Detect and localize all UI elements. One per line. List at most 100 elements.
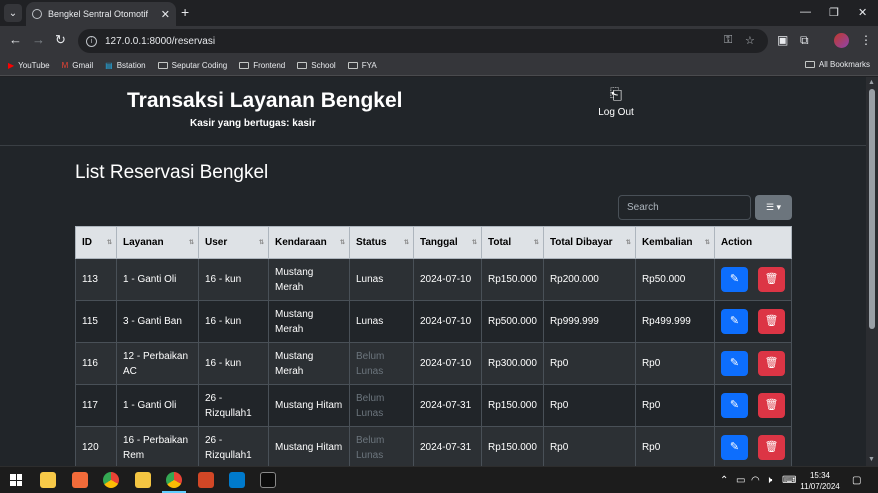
site-info-icon[interactable]: i	[86, 35, 97, 47]
col-kendaraan[interactable]: Kendaraan ⇅	[268, 226, 350, 259]
windows-start-icon[interactable]	[10, 474, 22, 486]
cell-layanan: 1 - Ganti Oli	[116, 258, 199, 301]
col-kembalian[interactable]: Kembalian ⇅	[634, 226, 715, 259]
wifi-icon[interactable]: ◠	[751, 475, 760, 486]
scroll-up-icon[interactable]: ▲	[868, 79, 875, 86]
all-bookmarks[interactable]: All Bookmarks	[804, 60, 870, 69]
restore-icon[interactable]: ❐	[829, 6, 839, 19]
folder-icon	[804, 61, 815, 68]
cell-total-dibayar: Rp200.000	[542, 258, 636, 301]
bookmark-youtube[interactable]: ▶ YouTube	[8, 61, 50, 70]
sort-icon: ⇅	[106, 240, 112, 246]
pencil-icon: ✎	[729, 399, 740, 411]
trash-icon: 🗑	[764, 315, 779, 327]
cell-kembalian: Rp0	[634, 426, 715, 466]
cashier-subtitle: Kasir yang bertugas: kasir	[190, 118, 316, 129]
chrome-icon[interactable]	[103, 472, 119, 488]
cell-id: 113	[75, 258, 117, 301]
folder-icon	[297, 62, 308, 69]
page-header: Transaksi Layanan Bengkel Kasir yang ber…	[0, 77, 866, 146]
scroll-down-icon[interactable]: ▼	[868, 456, 875, 463]
scroll-thumb[interactable]	[869, 89, 875, 329]
youtube-icon: ▶	[8, 61, 15, 70]
address-bar[interactable]: i 127.0.0.1:8000/reservasi	[78, 29, 768, 53]
vscode-icon[interactable]	[229, 472, 245, 488]
col-total-dibayar[interactable]: Total Dibayar ⇅	[542, 226, 636, 259]
delete-button[interactable]: 🗑	[757, 435, 785, 460]
extension-app-icon[interactable]: ▣	[777, 33, 788, 47]
minimize-icon[interactable]: —	[800, 6, 811, 18]
delete-button[interactable]: 🗑	[757, 393, 785, 418]
trash-icon: 🗑	[764, 399, 779, 411]
volume-icon[interactable]: 🕨	[766, 475, 772, 486]
edit-button[interactable]: ✎	[720, 393, 748, 418]
tab-title: Bengkel Sentral Otomotif	[48, 9, 149, 19]
column-toggle-button[interactable]: ☰ ▾	[755, 195, 792, 220]
bookmark-seputar-coding[interactable]: Seputar Coding	[157, 61, 227, 70]
sort-icon: ⇅	[625, 240, 631, 246]
extensions-puzzle-icon[interactable]: ⧉	[800, 33, 809, 48]
menu-kebab-icon[interactable]: ⋮	[860, 33, 872, 47]
keyboard-icon[interactable]: ⌨	[782, 475, 796, 486]
logout-button[interactable]: ⎗ Log Out	[590, 87, 642, 119]
col-total[interactable]: Total ⇅	[481, 226, 544, 259]
windows-taskbar: ⌃ ▭ ◠ 🕨 ⌨ 15:34 11/07/2024 ▢	[0, 466, 878, 493]
page-scrollbar[interactable]: ▲ ▼	[866, 77, 878, 466]
bookmark-frontend[interactable]: Frontend	[239, 61, 285, 70]
folder-icon	[347, 62, 358, 69]
edit-button[interactable]: ✎	[720, 267, 748, 292]
reload-icon[interactable]: ↻	[55, 33, 66, 47]
pencil-icon: ✎	[729, 273, 740, 285]
cell-user: 16 - kun	[198, 342, 269, 385]
col-layanan[interactable]: Layanan ⇅	[116, 226, 199, 259]
bookmark-fya[interactable]: FYA	[347, 61, 377, 70]
col-user[interactable]: User ⇅	[198, 226, 269, 259]
tray-chevron-icon[interactable]: ⌃	[720, 475, 728, 486]
notification-icon[interactable]: ▢	[852, 475, 861, 486]
terminal-icon[interactable]	[260, 472, 276, 488]
close-tab-icon[interactable]: ✕	[161, 8, 170, 21]
cell-tanggal: 2024-07-31	[413, 384, 482, 427]
bookmark-bstation[interactable]: ▤ Bstation	[105, 61, 145, 70]
back-icon[interactable]: ←	[9, 33, 22, 47]
tab-search-button[interactable]: ⌄	[4, 4, 22, 22]
bookmark-gmail[interactable]: M Gmail	[62, 61, 94, 70]
table-row: 116 12 - Perbaikan AC 16 - kun Mustang M…	[75, 342, 793, 385]
edit-button[interactable]: ✎	[720, 309, 748, 334]
search-input[interactable]: Search	[618, 195, 751, 220]
new-tab-button[interactable]: +	[181, 5, 189, 19]
battery-icon[interactable]: ▭	[736, 475, 745, 486]
sticky-notes-icon[interactable]	[40, 472, 56, 488]
delete-button[interactable]: 🗑	[757, 267, 785, 292]
cell-status: Belum Lunas	[349, 426, 414, 466]
edit-button[interactable]: ✎	[720, 435, 748, 460]
powerpoint-icon[interactable]	[198, 472, 214, 488]
sort-icon: ⇅	[339, 240, 345, 246]
col-status[interactable]: Status ⇅	[349, 226, 414, 259]
cell-kembalian: Rp499.999	[634, 300, 715, 343]
close-window-icon[interactable]: ✕	[858, 6, 867, 19]
password-key-icon[interactable]: ⚿	[724, 34, 732, 47]
cell-total: Rp500.000	[481, 300, 544, 343]
chrome-active-icon[interactable]	[162, 472, 186, 493]
xampp-icon[interactable]	[72, 472, 88, 488]
taskbar-clock[interactable]: 15:34 11/07/2024	[800, 470, 840, 492]
col-id[interactable]: ID ⇅	[75, 226, 117, 259]
delete-button[interactable]: 🗑	[757, 309, 785, 334]
forward-icon[interactable]: →	[32, 33, 45, 47]
sort-icon: ⇅	[533, 240, 539, 246]
edit-button[interactable]: ✎	[720, 351, 748, 376]
cell-id: 117	[75, 384, 117, 427]
delete-button[interactable]: 🗑	[757, 351, 785, 376]
bookmark-star-icon[interactable]: ☆	[745, 34, 755, 47]
browser-tab-strip: ⌄ Bengkel Sentral Otomotif ✕ + — ❐ ✕	[0, 0, 878, 26]
profile-avatar[interactable]	[834, 33, 849, 48]
browser-tab[interactable]: Bengkel Sentral Otomotif ✕	[26, 2, 176, 26]
cell-kendaraan: Mustang Hitam	[268, 384, 350, 427]
col-tanggal[interactable]: Tanggal ⇅	[413, 226, 482, 259]
cell-kendaraan: Mustang Merah	[268, 342, 350, 385]
page-title: Transaksi Layanan Bengkel	[127, 89, 403, 112]
file-explorer-icon[interactable]	[135, 472, 151, 488]
cell-user: 26 - Rizqullah1	[198, 384, 269, 427]
bookmark-school[interactable]: School	[297, 61, 336, 70]
